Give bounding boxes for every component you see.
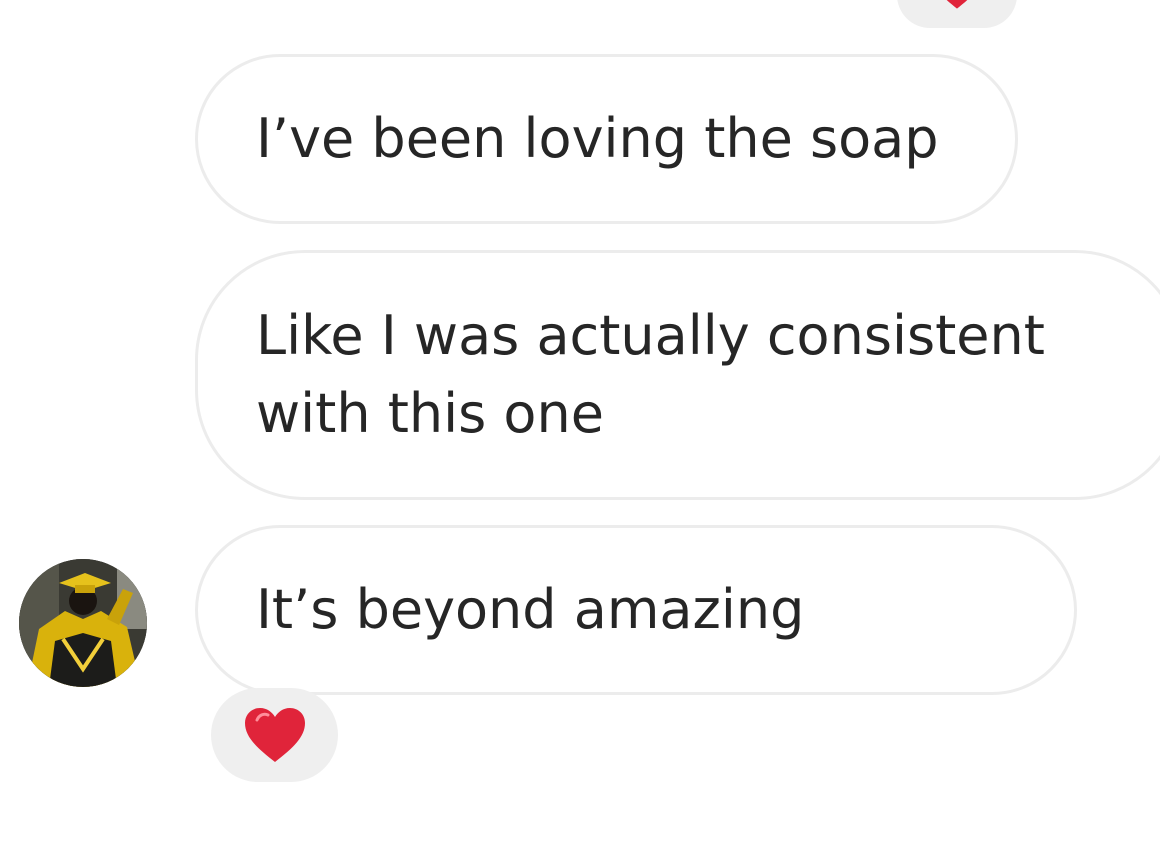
message-bubble[interactable]: I’ve been loving the soap — [195, 54, 1018, 224]
message-bubble[interactable]: It’s beyond amazing — [195, 525, 1077, 695]
message-text: Like I was actually consistent with this… — [256, 304, 1045, 445]
profile-photo — [19, 559, 147, 687]
heart-icon — [244, 708, 305, 762]
reaction-pill-top[interactable] — [897, 0, 1017, 28]
message-text: It’s beyond amazing — [256, 578, 805, 641]
message-thread: I’ve been loving the soap Like I was act… — [0, 0, 1160, 844]
reaction-pill[interactable] — [211, 688, 338, 782]
avatar[interactable] — [19, 559, 147, 687]
message-bubble[interactable]: Like I was actually consistent with this… — [195, 250, 1160, 500]
message-text: I’ve been loving the soap — [256, 107, 939, 170]
heart-icon — [946, 0, 968, 9]
